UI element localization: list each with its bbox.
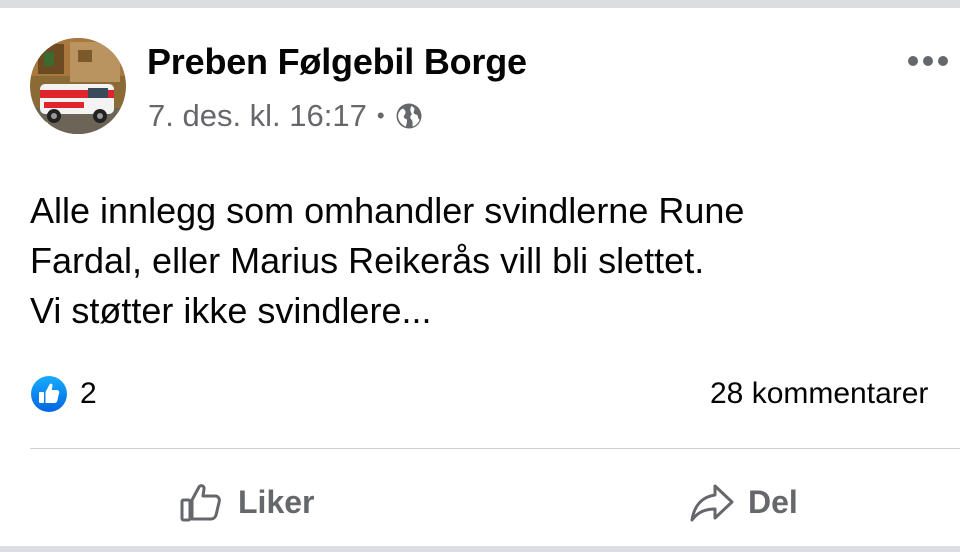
author-name[interactable]: Preben Følgebil Borge [147,41,527,83]
share-arrow-icon [690,484,734,522]
share-button[interactable]: Del [688,476,798,528]
post-text-line: Alle innlegg som omhandler svindlerne Ru… [30,190,745,231]
post-card: Preben Følgebil Borge 7. des. kl. 16:17 … [0,8,960,546]
post-body: Alle innlegg som omhandler svindlerne Ru… [30,186,930,336]
like-count: 2 [80,377,97,410]
divider [30,448,960,449]
more-horizontal-icon [908,56,948,66]
avatar[interactable] [30,38,126,134]
thumbs-up-icon [180,484,221,522]
more-options-button[interactable] [906,50,950,72]
meta-separator: • [376,103,385,128]
reactions-summary[interactable]: 2 [30,374,97,414]
post-text-line: Fardal, eller Marius Reikerås vill bli s… [30,240,705,281]
share-button-label: Del [748,483,798,520]
post-timestamp[interactable]: 7. des. kl. 16:17 [148,98,367,134]
like-button-label: Liker [238,483,315,520]
like-reaction-icon [30,375,68,413]
comments-count[interactable]: 28 kommentarer [710,377,928,411]
post-meta: 7. des. kl. 16:17 • [148,98,424,134]
avatar-image [30,38,126,134]
globe-icon[interactable] [394,101,424,131]
post-text-line: Vi støtter ikke svindlere... [30,290,432,331]
like-button[interactable]: Liker [178,476,314,528]
